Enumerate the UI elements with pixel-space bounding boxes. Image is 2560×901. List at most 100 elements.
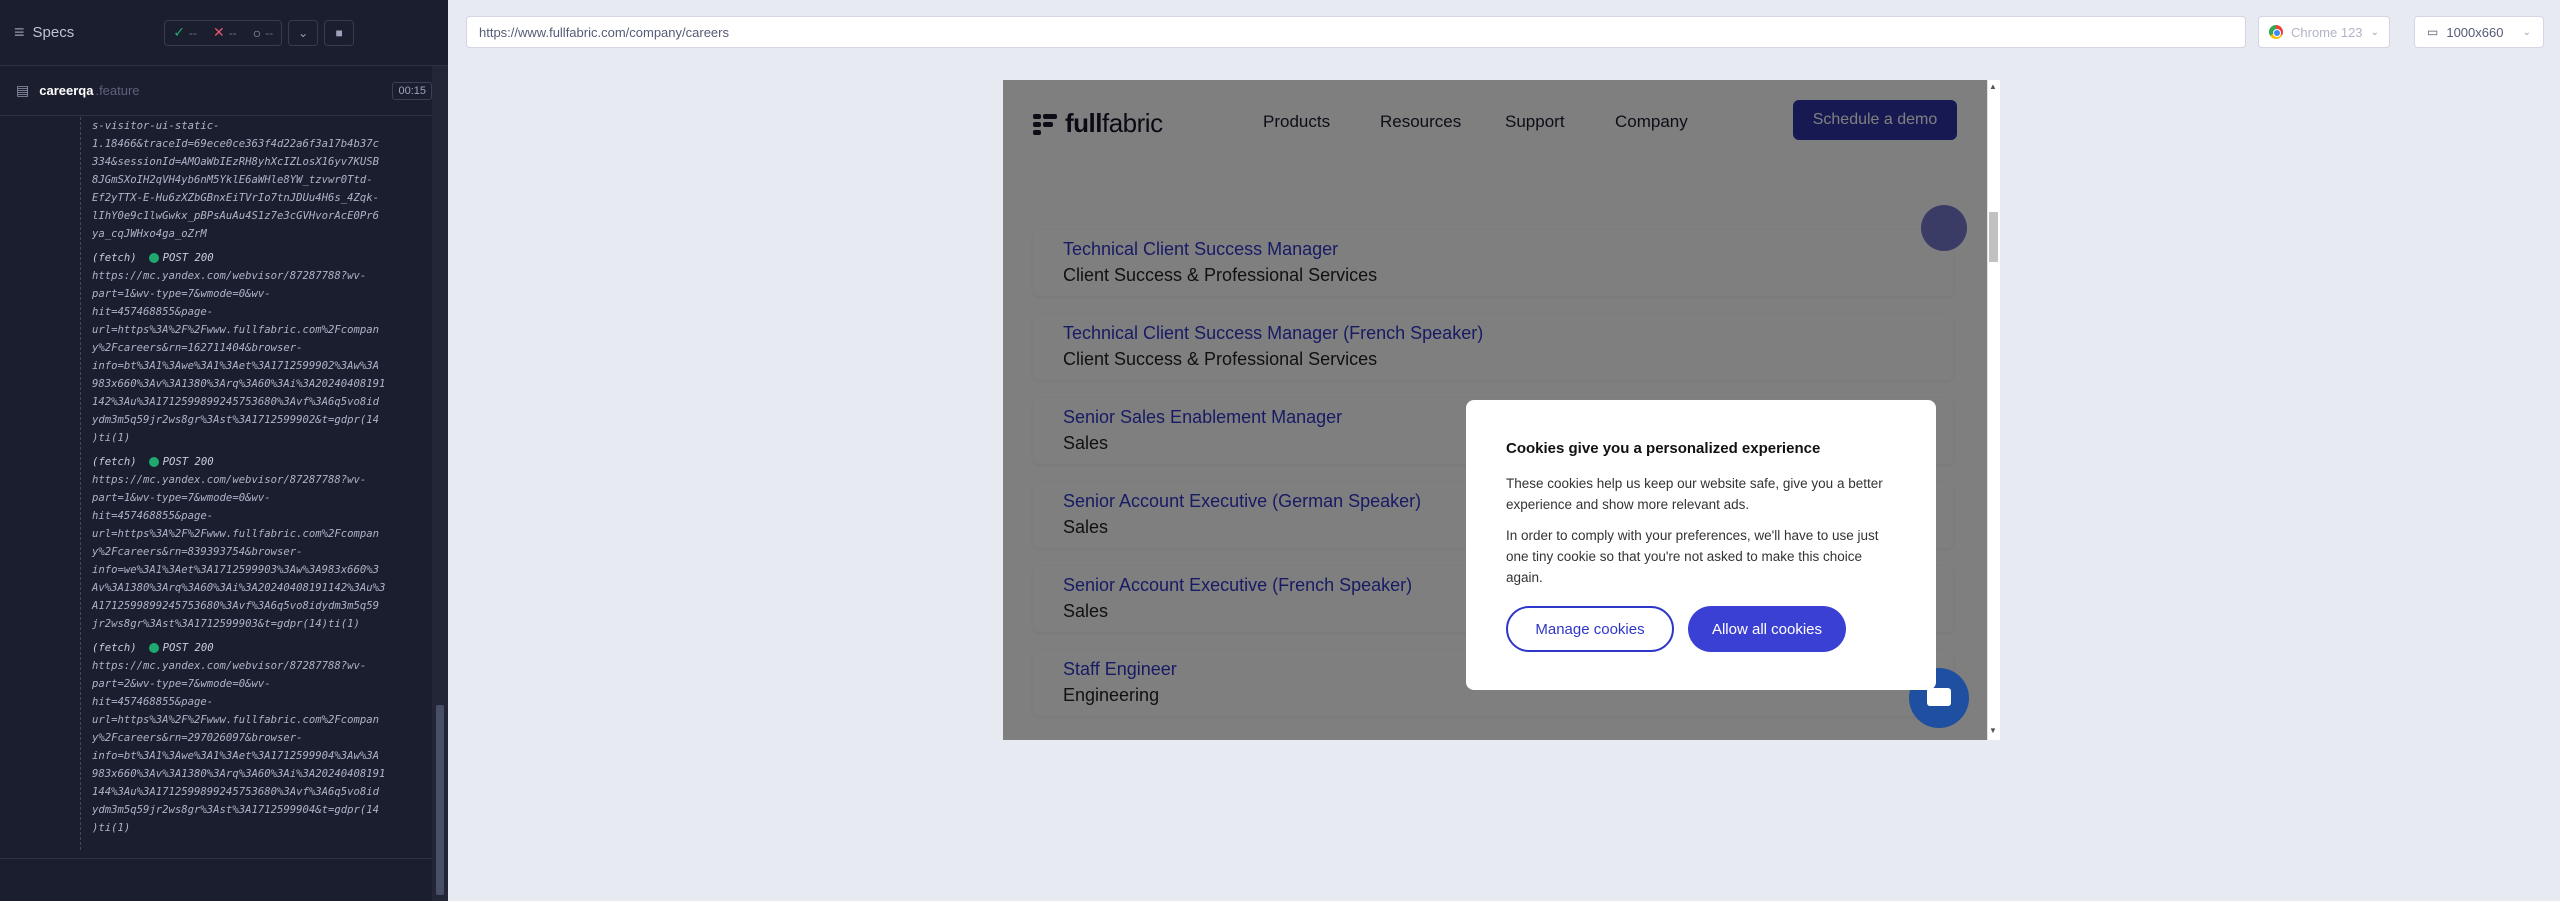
aut-scroll-thumb[interactable] [1989,212,1998,262]
log-line: url=https%3A%2F%2Fwww.fullfabric.com%2Fc… [92,714,380,726]
aut-scrollbar[interactable] [1987,80,2000,740]
spec-duration: 00:15 [392,81,432,100]
log-entry-header: (fetch) POST 200 [80,639,432,657]
passed-count: -- [188,25,197,40]
check-icon: ✓ [173,24,185,40]
file-icon: ▤ [16,82,30,98]
log-entry-label: (fetch) [92,252,137,264]
log-line: y%2Fcareers&rn=162711404&browser- [92,342,303,354]
log-line: 144%3Au%3A1712599899245753680%3Avf%3A6q5… [92,786,380,798]
log-line: part=1&wv-type=7&wmode=0&wv- [92,492,271,504]
log-entry-status: POST 200 [162,456,214,468]
scroll-down-icon[interactable]: ▼ [1989,726,1997,735]
log-line: hit=457468855&page- [92,306,214,318]
passed-stat: ✓ -- [165,20,205,46]
url-bar[interactable]: https://www.fullfabric.com/company/caree… [466,16,2246,48]
stop-icon: ■ [335,25,343,40]
specs-title[interactable]: Specs [33,24,75,41]
log-entry-status: POST 200 [162,252,214,264]
panel-divider [0,858,432,859]
log-line: url=https%3A%2F%2Fwww.fullfabric.com%2Fc… [92,528,380,540]
failed-stat: ✕ -- [205,20,245,46]
cookie-text-2: In order to comply with your preferences… [1506,528,1879,585]
log-line: ydm3m5q59jr2ws8gr%3Ast%3A1712599902&t=gd… [92,414,380,426]
log-entry[interactable]: (fetch) POST 200 https://mc.yandex.com/web… [80,453,432,633]
log-entry-label: (fetch) [92,456,137,468]
pending-stat: ○ -- [245,20,281,46]
log-line: https://mc.yandex.com/webvisor/87287788?… [92,270,367,282]
log-line: s-visitor-ui-static- [92,120,220,132]
log-line: )ti(1) [92,822,131,834]
log-line: Ef2yTTX-E-Hu6zXZbGBnxEiTVrIo7tnJDUu4H6s_… [92,192,380,204]
pending-icon: ○ [252,24,262,41]
log-entries: (fetch) POST 200 https://mc.yandex.com/web… [80,249,432,837]
log-line: ya_cqJWHxo4ga_oZrM [92,228,207,240]
specs-list-icon[interactable]: ≡ [14,22,25,43]
log-entry-label: (fetch) [92,642,137,654]
cookie-consent-modal: Cookies give you a personalized experien… [1466,400,1936,690]
log-line: 983x660%3Av%3A1380%3Arq%3A60%3Ai%3A20240… [92,378,386,390]
stop-button[interactable]: ■ [324,19,355,46]
spec-name: careerqa [39,83,94,98]
log-line: Av%3A1380%3Arq%3A60%3Ai%3A20240408191142… [92,582,386,594]
manage-cookies-button[interactable]: Manage cookies [1506,606,1674,652]
browser-selector[interactable]: Chrome 123 ⌄ [2258,16,2390,48]
viewport-icon: ▭ [2427,25,2439,39]
status-dot-icon [148,457,159,467]
scroll-up-icon[interactable]: ▲ [1989,82,1997,91]
pending-count: -- [265,25,274,40]
command-log-panel: ≡ Specs ✓ -- ✕ -- ○ -- ⌄ ■ ▤ careerqa .feat… [0,0,448,901]
failed-count: -- [228,25,237,40]
log-line: 142%3Au%3A1712599899245753680%3Avf%3A6q5… [92,396,380,408]
app-under-test-frame: fullfabric Products Resources Support Co… [1003,80,1987,740]
stats-bar: ✓ -- ✕ -- ○ -- [164,19,283,46]
browser-name: Chrome 123 [2291,24,2363,40]
status-dot-icon [148,643,159,653]
log-entry-header: (fetch) POST 200 [80,453,432,471]
log-entry-status: POST 200 [162,642,214,654]
log-line: 334&sessionId=AMOaWbIEzRH8yhXcIZLosX16yv… [92,156,380,168]
log-line: https://mc.yandex.com/webvisor/87287788?… [92,474,367,486]
allow-all-cookies-button[interactable]: Allow all cookies [1688,606,1846,652]
log-line: hit=457468855&page- [92,696,214,708]
chevron-down-icon: ⌄ [2522,26,2531,38]
log-line: info=bt%3A1%3Awe%3A1%3Aet%3A1712599904%3… [92,750,380,762]
log-line: lIhY0e9c1lwGwkx_pBPsAuAu4S1z7e3cGVHvorAc… [92,210,380,222]
log-line: url=https%3A%2F%2Fwww.fullfabric.com%2Fc… [92,324,380,336]
log-line: 983x660%3Av%3A1380%3Arq%3A60%3Ai%3A20240… [92,768,386,780]
log-line: )ti(1) [92,432,131,444]
cookie-actions: Manage cookies Allow all cookies [1506,606,1896,652]
log-line: https://mc.yandex.com/webvisor/87287788?… [92,660,367,672]
log-scroll-thumb[interactable] [436,705,444,895]
log-guide-line [80,117,81,850]
spec-row[interactable]: ▤ careerqa .feature 00:15 [0,66,448,116]
log-entry[interactable]: (fetch) POST 200 https://mc.yandex.com/web… [80,639,432,837]
cookie-text-1: These cookies help us keep our website s… [1506,476,1883,512]
viewport-selector[interactable]: ▭ 1000x660 ⌄ [2414,16,2544,48]
log-pre-block: s-visitor-ui-static- 1.18466&traceId=69ec… [80,117,432,243]
log-line: y%2Fcareers&rn=297026097&browser- [92,732,303,744]
log-line: 8JGmSXoIH2qVH4yb6nM5YklE6aWHle8YW_tzvwr0… [92,174,373,186]
log-line: info=bt%3A1%3Awe%3A1%3Aet%3A1712599902%3… [92,360,380,372]
log-line: y%2Fcareers&rn=839393754&browser- [92,546,303,558]
chevron-down-icon: ⌄ [2370,26,2379,38]
x-icon: ✕ [212,24,225,40]
log-line: part=1&wv-type=7&wmode=0&wv- [92,288,271,300]
log-line: part=2&wv-type=7&wmode=0&wv- [92,678,271,690]
log-line: hit=457468855&page- [92,510,214,522]
chevron-down-button[interactable]: ⌄ [288,19,319,46]
chevron-down-icon: ⌄ [298,25,309,40]
status-dot-icon [148,253,159,263]
log-entry-header: (fetch) POST 200 [80,249,432,267]
command-log: s-visitor-ui-static- 1.18466&traceId=69ec… [0,117,432,855]
log-line: A1712599899245753680%3Avf%3A6q5vo8idydm3… [92,600,380,612]
log-line: jr2ws8gr%3Ast%3A1712599903&t=gdpr(14)ti(… [92,618,360,630]
log-entry[interactable]: (fetch) POST 200 https://mc.yandex.com/web… [80,249,432,447]
spec-extension: .feature [95,83,140,98]
viewport-size: 1000x660 [2446,24,2504,40]
panel-header: ≡ Specs ✓ -- ✕ -- ○ -- ⌄ ■ [0,0,448,66]
chrome-icon [2269,25,2283,39]
cookie-title: Cookies give you a personalized experien… [1506,440,1821,457]
log-line: ydm3m5q59jr2ws8gr%3Ast%3A1712599904&t=gd… [92,804,380,816]
log-line: 1.18466&traceId=69ece0ce363f4d22a6f3a17b… [92,138,380,150]
